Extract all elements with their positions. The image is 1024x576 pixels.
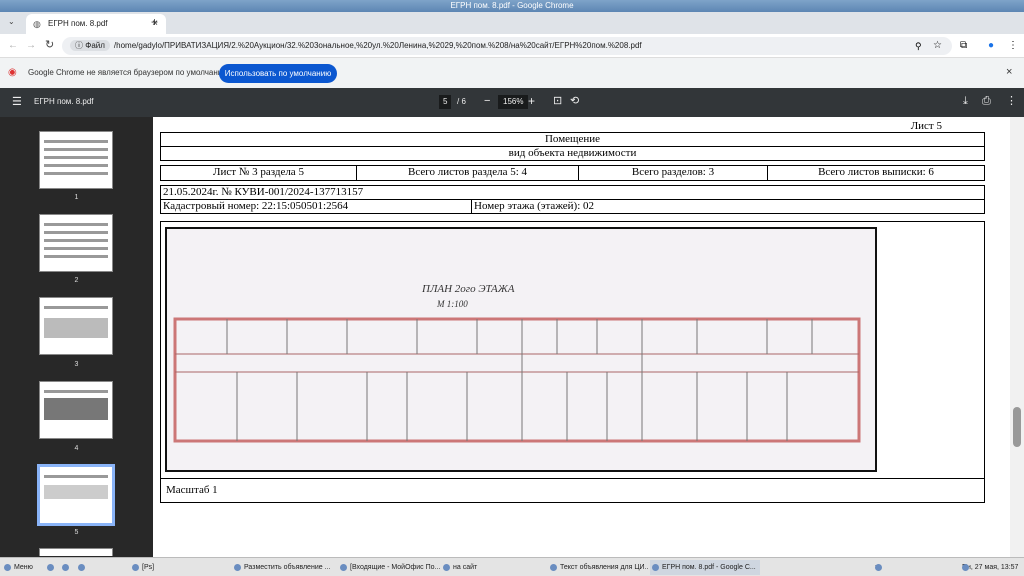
floor-plan-image: ПЛАН 2ого ЭТАЖА М 1:100 [165, 227, 877, 472]
thumbnail-label: 2 [74, 277, 79, 284]
new-tab-button[interactable]: + [151, 16, 158, 28]
taskbar-item-active[interactable]: ЕГРН пом. 8.pdf - Google C... [650, 560, 760, 575]
thumbnail-label: 1 [74, 194, 79, 201]
pdf-page: Лист 5 Помещение вид объекта недвижимост… [153, 117, 1010, 557]
infobar-close-icon[interactable]: × [1006, 67, 1012, 78]
chrome-logo-icon: ◉ [8, 67, 17, 78]
thumbnail-label: 4 [74, 445, 79, 452]
thumbnail-page-4[interactable] [39, 381, 113, 439]
thumbnail-page-6[interactable] [39, 548, 113, 556]
globe-icon: ◍ [33, 19, 41, 29]
extensions-icon[interactable]: ⧉ [960, 41, 967, 51]
language-indicator[interactable]: ru [873, 560, 893, 575]
taskbar-item[interactable]: [Входящие - МойОфис По... [338, 560, 448, 575]
files-launcher-icon[interactable] [45, 560, 59, 575]
print-icon[interactable]: ⎙ [982, 96, 991, 107]
start-menu-button[interactable]: Меню [2, 560, 42, 575]
zoom-icon[interactable]: ⚲ [915, 42, 922, 51]
section-sheets-total: Всего листов раздела 5: 4 [356, 165, 579, 181]
thumbnail-page-2[interactable] [39, 214, 113, 272]
thumbnail-label: 3 [74, 361, 79, 368]
window-title-bar: ЕГРН пом. 8.pdf - Google Chrome [0, 0, 1024, 12]
vertical-scrollbar[interactable] [1010, 117, 1024, 557]
file-chip[interactable]: ⓘ Файл [70, 40, 110, 51]
profile-icon[interactable]: ● [988, 41, 994, 51]
scrollbar-thumb[interactable] [1013, 407, 1021, 447]
sections-total: Всего разделов: 3 [578, 165, 768, 181]
object-type: вид объекта недвижимости [160, 146, 985, 161]
taskbar-item[interactable]: Разместить объявление ... [232, 560, 336, 575]
thumbnail-sidebar: 1 2 3 4 5 [0, 117, 153, 557]
page-total: / 6 [457, 97, 466, 106]
tab-strip: ⌄ ◍ ЕГРН пом. 8.pdf × + [0, 12, 1024, 34]
back-icon[interactable]: ← [8, 41, 18, 51]
bookmark-star-icon[interactable]: ☆ [933, 41, 942, 51]
page-number-input[interactable]: 5 [439, 95, 452, 109]
taskbar: Меню [Ps] Разместить объявление ... [Вхо… [0, 557, 1024, 576]
extract-sheets-total: Всего листов выписки: 6 [767, 165, 985, 181]
taskbar-item[interactable]: Текст объявления для ЦИ... [548, 560, 648, 575]
object-heading: Помещение [160, 132, 985, 147]
url-input[interactable]: ⓘ Файл/home/gadylo/ПРИВАТИЗАЦИЯ/2.%20Аук… [62, 37, 952, 55]
taskbar-item[interactable]: на сайт [441, 560, 521, 575]
tab-title: ЕГРН пом. 8.pdf [48, 19, 108, 28]
sheet-of-section: Лист № 3 раздела 5 [160, 165, 357, 181]
file-chip-label: Файл [85, 41, 105, 50]
plan-scale: М 1:100 [437, 299, 468, 309]
tab-search-chevron-icon[interactable]: ⌄ [8, 18, 15, 26]
clock[interactable]: Пн, 27 мая, 13:57 [960, 560, 1024, 575]
hamburger-menu-icon[interactable]: ☰ [12, 97, 22, 108]
reload-icon[interactable]: ↻ [45, 40, 54, 51]
zoom-in-button[interactable]: + [528, 95, 535, 107]
forward-icon[interactable]: → [26, 41, 36, 51]
plan-title: ПЛАН 2ого ЭТАЖА [422, 283, 515, 295]
chrome-launcher-icon[interactable] [76, 560, 90, 575]
floor-number: Номер этажа (этажей): 02 [471, 199, 985, 214]
thumbnail-page-3[interactable] [39, 297, 113, 355]
infobar-message: Google Chrome не является браузером по у… [28, 68, 231, 77]
thumbnail-page-5-selected[interactable] [37, 464, 115, 526]
zoom-input[interactable]: 156% [498, 95, 529, 109]
pdf-filename: ЕГРН пом. 8.pdf [34, 97, 94, 106]
address-bar-row: ← → ↻ ⓘ Файл/home/gadylo/ПРИВАТИЗАЦИЯ/2.… [0, 34, 1024, 58]
floor-plan-drawing [173, 317, 861, 443]
download-icon[interactable]: ⤓ [963, 96, 968, 107]
menu-dots-icon[interactable]: ⋮ [1008, 41, 1018, 51]
zoom-out-button[interactable]: − [484, 96, 490, 107]
thumbnail-label: 5 [74, 529, 79, 536]
cadastral-number: Кадастровый номер: 22:15:050501:2564 [160, 199, 472, 214]
tab-pdf[interactable]: ◍ ЕГРН пом. 8.pdf × [26, 14, 166, 34]
scale-label: Масштаб 1 [160, 478, 985, 503]
window-title: ЕГРН пом. 8.pdf - Google Chrome [450, 1, 574, 10]
sheet-number: Лист 5 [910, 120, 942, 132]
thumbnail-page-1[interactable] [39, 131, 113, 189]
more-actions-icon[interactable]: ⋮ [1006, 96, 1017, 107]
use-default-button[interactable]: Использовать по умолчанию [219, 64, 337, 83]
default-browser-infobar: ◉ Google Chrome не является браузером по… [0, 58, 1024, 88]
url-text: /home/gadylo/ПРИВАТИЗАЦИЯ/2.%20Аукцион/3… [113, 41, 642, 50]
yandex-launcher-icon[interactable] [60, 560, 74, 575]
fit-page-icon[interactable]: ⊡ [553, 96, 562, 107]
date-number: 21.05.2024г. № КУВИ-001/2024-137713157 [160, 185, 985, 200]
rotate-icon[interactable]: ⟲ [570, 96, 579, 107]
taskbar-item[interactable]: [Ps] [130, 560, 230, 575]
pdf-toolbar: ☰ ЕГРН пом. 8.pdf 5 / 6 − 156% + ⊡ ⟲ ⤓ ⎙… [0, 88, 1024, 117]
